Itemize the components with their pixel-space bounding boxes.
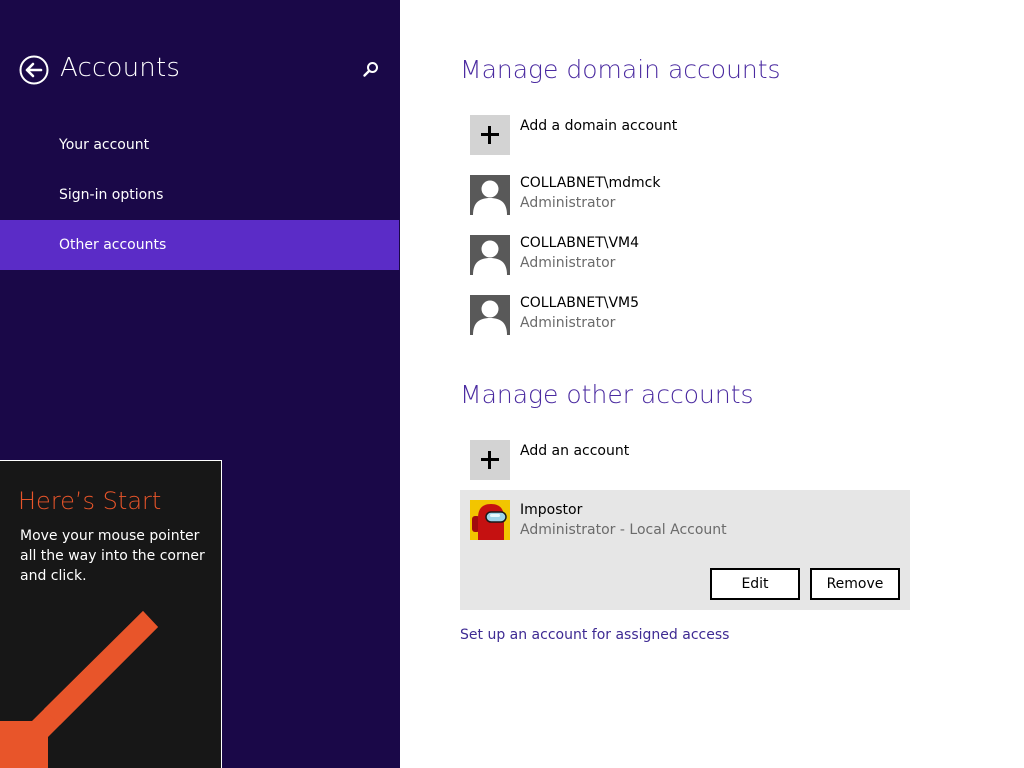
user-silhouette-icon (470, 175, 510, 215)
page-title: Accounts (60, 53, 181, 83)
domain-account-item[interactable]: COLLABNET\mdmck Administrator (470, 175, 890, 219)
search-icon[interactable] (361, 60, 381, 80)
diagonal-arrow-icon (0, 611, 221, 768)
account-name: COLLABNET\VM4 (520, 235, 640, 251)
domain-account-item[interactable]: COLLABNET\VM4 Administrator (470, 235, 890, 279)
domain-accounts-heading: Manage domain accounts (460, 55, 781, 84)
sidebar-item-label: Other accounts (59, 237, 167, 253)
domain-account-item[interactable]: COLLABNET\VM5 Administrator (470, 295, 890, 339)
account-role: Administrator (520, 195, 616, 211)
account-name: Impostor (520, 502, 583, 518)
account-name: COLLABNET\mdmck (520, 175, 661, 191)
add-account-label: Add an account (520, 443, 630, 459)
account-role: Administrator (520, 315, 616, 331)
plus-icon (470, 115, 510, 155)
assigned-access-link[interactable]: Set up an account for assigned access (460, 627, 729, 643)
edit-button[interactable]: Edit (710, 568, 800, 600)
remove-button[interactable]: Remove (810, 568, 900, 600)
account-name: COLLABNET\VM5 (520, 295, 640, 311)
start-tip-text: Move your mouse pointer all the way into… (20, 528, 205, 584)
sidebar-item-other-accounts[interactable]: Other accounts (0, 220, 399, 270)
start-tip-panel: Here’s Start Move your mouse pointer all… (0, 460, 222, 768)
sidebar-item-your-account[interactable]: Your account (0, 120, 399, 170)
content-pane: Manage domain accounts Add a domain acco… (400, 0, 1024, 768)
user-silhouette-icon (470, 235, 510, 275)
account-role: Administrator (520, 255, 616, 271)
back-arrow-icon[interactable] (19, 55, 49, 85)
other-accounts-heading: Manage other accounts (460, 380, 754, 409)
sidebar-item-sign-in-options[interactable]: Sign-in options (0, 170, 399, 220)
sidebar-item-label: Your account (59, 137, 150, 153)
plus-icon (470, 440, 510, 480)
start-tip-title: Here’s Start (18, 487, 162, 515)
account-role: Administrator - Local Account (520, 522, 727, 538)
sidebar-item-label: Sign-in options (59, 187, 164, 203)
add-domain-account-button[interactable]: Add a domain account (470, 115, 890, 157)
settings-sidebar: Accounts Your account Sign-in options Ot… (0, 0, 400, 768)
red-crewmate-avatar (470, 500, 510, 540)
user-silhouette-icon (470, 295, 510, 335)
add-account-button[interactable]: Add an account (470, 440, 890, 482)
selected-account-panel[interactable]: Impostor Administrator - Local Account E… (460, 490, 910, 610)
add-domain-account-label: Add a domain account (520, 118, 678, 134)
